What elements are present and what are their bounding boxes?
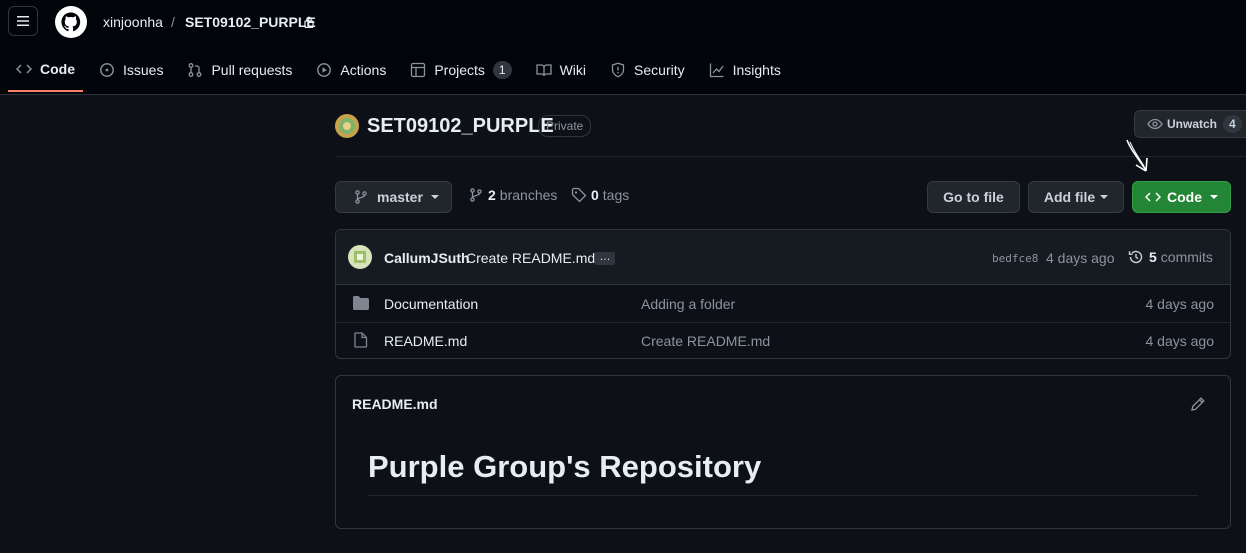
commits-label: commits xyxy=(1160,249,1213,265)
branch-select-button[interactable]: master xyxy=(335,181,452,213)
tab-label: Pull requests xyxy=(211,62,293,78)
readme-heading: Purple Group's Repository xyxy=(368,449,762,484)
watch-count-badge: 4 xyxy=(1223,115,1242,133)
file-name-link[interactable]: Documentation xyxy=(384,296,478,312)
code-icon xyxy=(16,64,32,74)
repo-link[interactable]: SET09102_PURPLE xyxy=(185,14,316,30)
caret-down-icon xyxy=(1100,195,1109,199)
tab-insights[interactable]: Insights xyxy=(701,48,789,92)
branches-label: branches xyxy=(499,187,558,203)
history-icon xyxy=(1128,250,1143,264)
eye-icon xyxy=(1147,118,1163,130)
tags-link[interactable]: 0 tags xyxy=(571,187,629,203)
branch-name: master xyxy=(377,189,423,205)
caret-down-icon xyxy=(1210,195,1218,199)
tab-label: Insights xyxy=(732,62,781,78)
unwatch-label: Unwatch xyxy=(1167,117,1218,131)
go-to-file-button[interactable]: Go to file xyxy=(927,181,1020,213)
add-file-button[interactable]: Add file xyxy=(1028,181,1124,213)
book-icon xyxy=(535,64,552,77)
branches-link[interactable]: 2 branches xyxy=(468,187,557,203)
commit-expand-button[interactable]: … xyxy=(595,252,615,265)
readme-box: README.md Purple Group's Repository xyxy=(335,375,1231,529)
repo-title[interactable]: SET09102_PURPLE xyxy=(367,115,554,138)
commit-message-link[interactable]: Create README.md xyxy=(466,250,595,266)
commit-author-avatar[interactable] xyxy=(348,245,372,269)
tab-label: Projects xyxy=(434,62,485,78)
owner-link[interactable]: xinjoonha xyxy=(103,14,163,30)
commit-hash-link[interactable]: bedfce8 xyxy=(992,252,1038,265)
file-commit-message[interactable]: Adding a folder xyxy=(641,296,735,312)
tab-label: Wiki xyxy=(559,62,587,78)
file-commit-time: 4 days ago xyxy=(1145,333,1215,349)
file-name-link[interactable]: README.md xyxy=(384,333,467,349)
hamburger-icon xyxy=(17,16,29,26)
commit-author-link[interactable]: CallumJSuth xyxy=(384,250,470,266)
visibility-badge: Private xyxy=(538,115,592,137)
owner-avatar[interactable] xyxy=(335,114,359,138)
file-commit-time: 4 days ago xyxy=(1145,296,1215,312)
readme-filename[interactable]: README.md xyxy=(352,396,438,412)
file-icon xyxy=(354,332,368,348)
commits-link[interactable]: 5 commits xyxy=(1128,249,1213,265)
play-icon xyxy=(317,63,332,77)
tab-label: Security xyxy=(634,62,685,78)
branches-count: 2 xyxy=(488,187,496,203)
branch-icon xyxy=(470,188,482,202)
github-logo-icon[interactable] xyxy=(55,6,87,38)
tags-count: 0 xyxy=(591,187,599,203)
tab-wiki[interactable]: Wiki xyxy=(528,48,594,92)
hamburger-menu-button[interactable] xyxy=(8,6,38,36)
unwatch-button[interactable]: Unwatch 4 xyxy=(1134,110,1246,138)
file-row[interactable]: Documentation Adding a folder 4 days ago xyxy=(336,285,1230,323)
issue-icon xyxy=(100,63,114,77)
go-to-file-label: Go to file xyxy=(943,189,1004,205)
folder-icon xyxy=(353,296,369,310)
commits-count: 5 xyxy=(1149,249,1157,265)
code-button[interactable]: Code xyxy=(1132,181,1231,213)
title-divider xyxy=(335,156,1246,157)
tab-label: Issues xyxy=(123,62,164,78)
breadcrumb-separator: / xyxy=(171,14,175,30)
projects-count-badge: 1 xyxy=(492,61,512,79)
tab-issues[interactable]: Issues xyxy=(91,48,171,92)
lock-icon xyxy=(304,16,314,28)
table-icon xyxy=(411,62,426,78)
add-file-label: Add file xyxy=(1043,189,1096,205)
pointer-arrow-icon xyxy=(1126,139,1148,172)
tab-security[interactable]: Security xyxy=(602,48,693,92)
repo-nav-tabs: Code Issues Pull requests Actions Projec… xyxy=(8,48,797,94)
latest-commit-bar: CallumJSuth Create README.md … bedfce8 4… xyxy=(336,230,1230,285)
branch-icon xyxy=(355,190,367,204)
pencil-icon[interactable] xyxy=(1190,396,1206,412)
tags-label: tags xyxy=(602,187,630,203)
shield-icon xyxy=(611,62,625,78)
file-list-box: CallumJSuth Create README.md … bedfce8 4… xyxy=(335,229,1231,359)
commit-time: 4 days ago xyxy=(1046,250,1115,266)
readme-heading-divider xyxy=(368,495,1198,496)
file-commit-message[interactable]: Create README.md xyxy=(641,333,770,349)
tab-label: Code xyxy=(40,61,75,77)
file-row[interactable]: README.md Create README.md 4 days ago xyxy=(336,323,1230,358)
tab-actions[interactable]: Actions xyxy=(308,48,394,92)
pull-request-icon xyxy=(189,63,202,77)
tab-projects[interactable]: Projects 1 xyxy=(402,48,519,92)
code-icon xyxy=(1145,192,1161,202)
tab-pull-requests[interactable]: Pull requests xyxy=(179,48,300,92)
global-header: xinjoonha / SET09102_PURPLE Code Issues … xyxy=(0,0,1246,95)
tab-code[interactable]: Code xyxy=(8,48,83,92)
tab-label: Actions xyxy=(340,62,387,78)
caret-down-icon xyxy=(430,195,439,199)
tag-icon xyxy=(571,187,587,203)
code-button-label: Code xyxy=(1167,189,1202,205)
graph-icon xyxy=(709,63,724,78)
